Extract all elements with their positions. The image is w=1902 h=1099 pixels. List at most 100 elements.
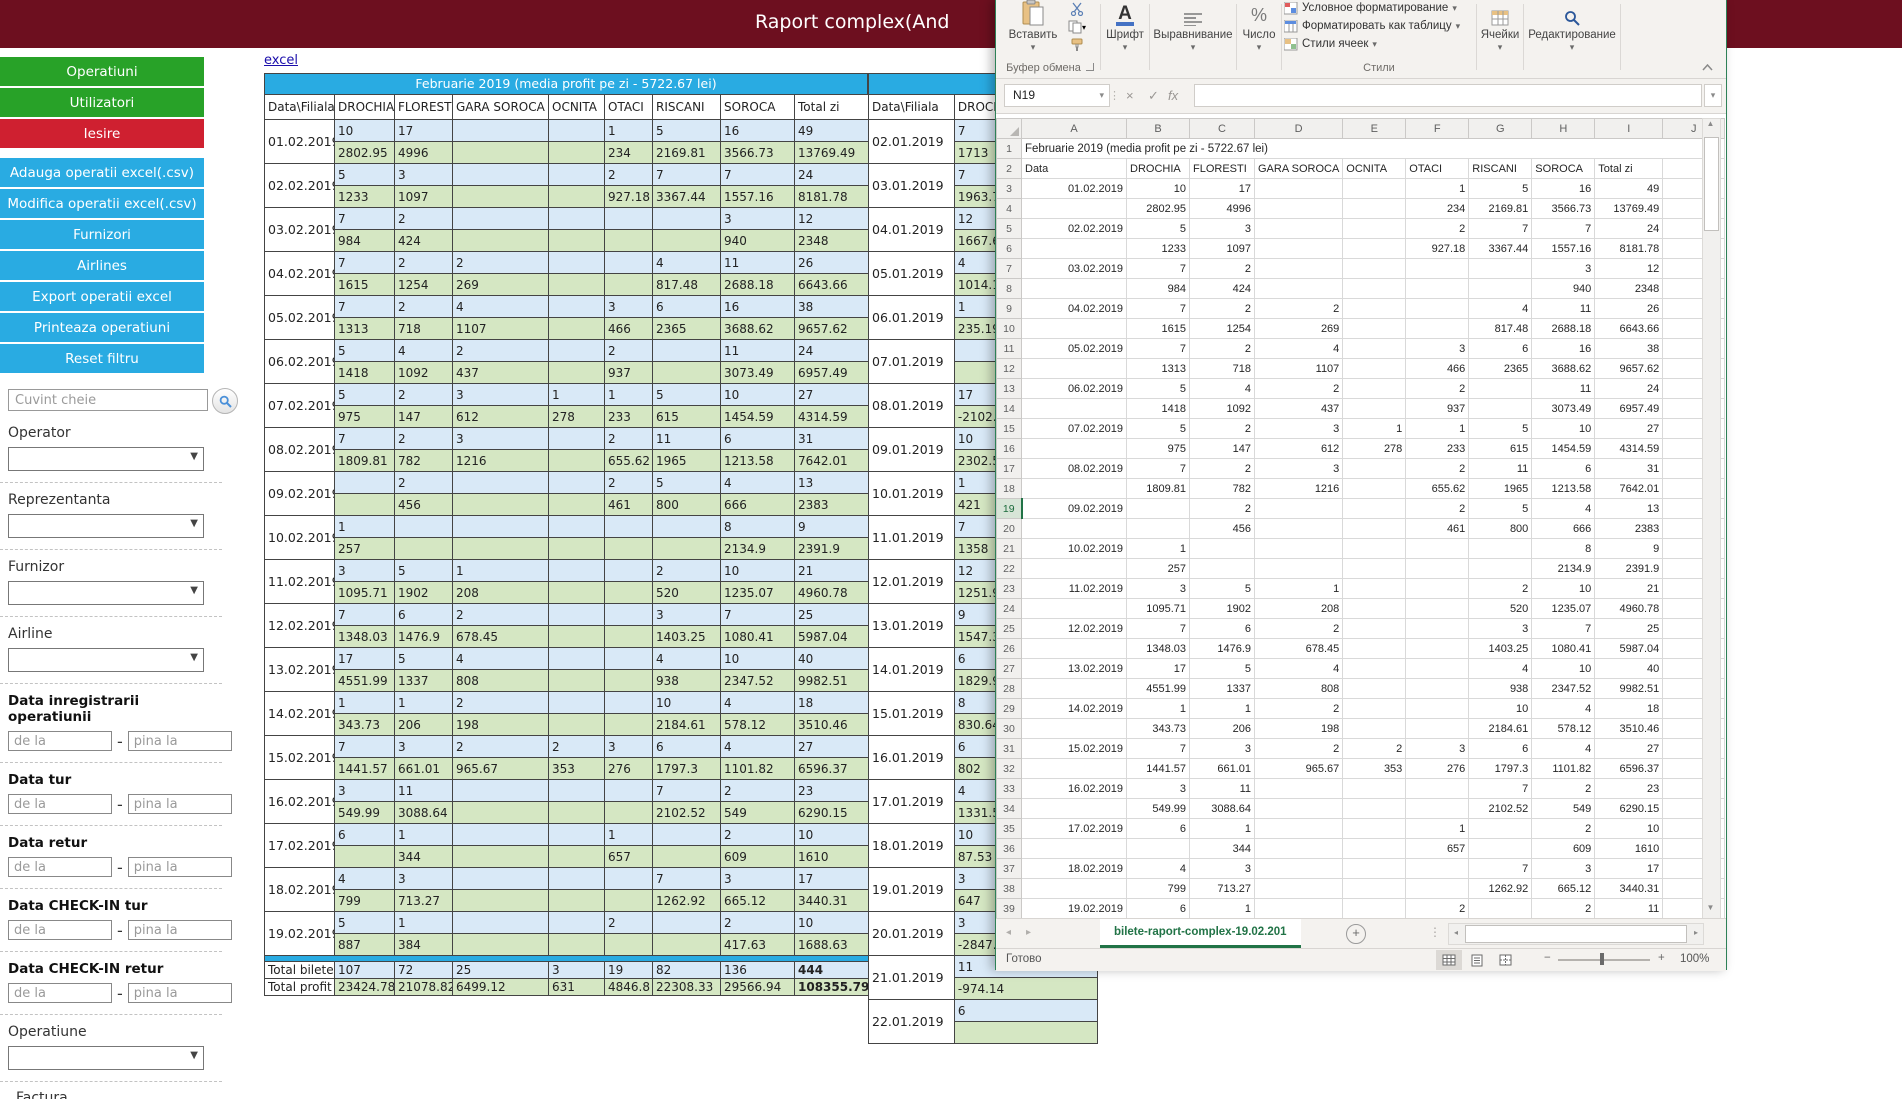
- cell[interactable]: 938: [1469, 679, 1532, 699]
- cell[interactable]: 344: [1190, 839, 1255, 859]
- scroll-down-icon[interactable]: ▼: [1703, 903, 1718, 919]
- header-cell[interactable]: SOROCA: [1532, 159, 1595, 179]
- cell[interactable]: 1: [1343, 419, 1406, 439]
- header-cell[interactable]: Data: [1022, 159, 1127, 179]
- sidebar-item-operatiuni[interactable]: Operatiuni: [0, 57, 204, 86]
- cell[interactable]: 27: [1595, 419, 1663, 439]
- operator-select[interactable]: ▼: [8, 447, 204, 471]
- cell[interactable]: 08.02.2019: [1022, 459, 1127, 479]
- cell[interactable]: 6: [1469, 739, 1532, 759]
- row-header-25[interactable]: 25: [997, 619, 1022, 639]
- cell[interactable]: 206: [1190, 719, 1255, 739]
- row-header-18[interactable]: 18: [997, 479, 1022, 499]
- cell[interactable]: 4314.59: [1595, 439, 1663, 459]
- data-inregistrarii-operatiunii-to-input[interactable]: [128, 731, 232, 751]
- row-header-33[interactable]: 33: [997, 779, 1022, 799]
- cell[interactable]: 7: [1469, 859, 1532, 879]
- cell[interactable]: 9657.62: [1595, 359, 1663, 379]
- sheet-tab[interactable]: bilete-raport-complex-19.02.201: [1100, 919, 1301, 948]
- cell[interactable]: 21: [1595, 579, 1663, 599]
- cell[interactable]: 16: [1532, 179, 1595, 199]
- cell[interactable]: 3367.44: [1469, 239, 1532, 259]
- cell[interactable]: 1080.41: [1532, 639, 1595, 659]
- sidebar-item-export-operatii-excel[interactable]: Export operatii excel: [0, 282, 204, 311]
- conditional-formatting-button[interactable]: Условное форматирование▾: [1284, 0, 1457, 16]
- data-check-in-retur-to-input[interactable]: [128, 983, 232, 1003]
- cell[interactable]: 278: [1343, 439, 1406, 459]
- cell[interactable]: [1406, 299, 1469, 319]
- row-header-32[interactable]: 32: [997, 759, 1022, 779]
- cell[interactable]: [1255, 219, 1343, 239]
- cell[interactable]: [1406, 279, 1469, 299]
- cell[interactable]: 4: [1255, 339, 1343, 359]
- cell[interactable]: 3: [1190, 219, 1255, 239]
- cell[interactable]: 1557.16: [1532, 239, 1595, 259]
- formula-input[interactable]: [1194, 84, 1702, 107]
- cell[interactable]: 1216: [1255, 479, 1343, 499]
- row-header-17[interactable]: 17: [997, 459, 1022, 479]
- row-header-35[interactable]: 35: [997, 819, 1022, 839]
- cell[interactable]: [1255, 899, 1343, 919]
- cell[interactable]: 1441.57: [1127, 759, 1190, 779]
- cell[interactable]: [1022, 479, 1127, 499]
- cell[interactable]: 2: [1190, 259, 1255, 279]
- cell[interactable]: [1022, 519, 1127, 539]
- cell[interactable]: 12.02.2019: [1022, 619, 1127, 639]
- cell[interactable]: 10: [1532, 579, 1595, 599]
- cell[interactable]: 2: [1255, 619, 1343, 639]
- cell[interactable]: [1127, 499, 1190, 519]
- cell[interactable]: [1255, 199, 1343, 219]
- cell[interactable]: 6: [1127, 819, 1190, 839]
- cell[interactable]: 549.99: [1127, 799, 1190, 819]
- cell[interactable]: 17.02.2019: [1022, 819, 1127, 839]
- cell[interactable]: [1255, 819, 1343, 839]
- cell[interactable]: 233: [1406, 439, 1469, 459]
- cell[interactable]: 2347.52: [1532, 679, 1595, 699]
- cell[interactable]: [1255, 539, 1343, 559]
- cell[interactable]: 5: [1127, 219, 1190, 239]
- row-header-26[interactable]: 26: [997, 639, 1022, 659]
- cell[interactable]: [1255, 559, 1343, 579]
- cell[interactable]: 2: [1190, 419, 1255, 439]
- cell[interactable]: 1: [1127, 699, 1190, 719]
- header-cell[interactable]: Total zi: [1595, 159, 1663, 179]
- cell[interactable]: [1343, 519, 1406, 539]
- cell[interactable]: 10: [1469, 699, 1532, 719]
- cell[interactable]: [1343, 179, 1406, 199]
- row-header-8[interactable]: 8: [997, 279, 1022, 299]
- cell[interactable]: [1343, 619, 1406, 639]
- cell[interactable]: [1469, 819, 1532, 839]
- cell[interactable]: [1022, 359, 1127, 379]
- formula-bar-expand-button[interactable]: ▾: [1704, 84, 1722, 107]
- cell[interactable]: [1406, 859, 1469, 879]
- cell[interactable]: 5987.04: [1595, 639, 1663, 659]
- sidebar-item-adauga-operatii-excel-csv[interactable]: Adauga operatii excel(.csv): [0, 158, 204, 187]
- cell[interactable]: 2: [1406, 899, 1469, 919]
- cell[interactable]: [1406, 799, 1469, 819]
- cell[interactable]: 31: [1595, 459, 1663, 479]
- cell[interactable]: 2184.61: [1469, 719, 1532, 739]
- cells-group-button[interactable]: Ячейки ▾: [1478, 0, 1522, 53]
- font-group-button[interactable]: A Шрифт ▾: [1102, 0, 1148, 53]
- cell[interactable]: 2365: [1469, 359, 1532, 379]
- scroll-left-icon[interactable]: ◂: [1449, 924, 1463, 942]
- cell[interactable]: 2: [1406, 379, 1469, 399]
- cell[interactable]: 18: [1595, 699, 1663, 719]
- cell[interactable]: 2: [1343, 739, 1406, 759]
- cell[interactable]: 2134.9: [1532, 559, 1595, 579]
- cell[interactable]: 2383: [1595, 519, 1663, 539]
- cell[interactable]: 269: [1255, 319, 1343, 339]
- search-input[interactable]: [8, 389, 208, 411]
- cell[interactable]: 3: [1190, 739, 1255, 759]
- cell[interactable]: 799: [1127, 879, 1190, 899]
- cell[interactable]: 2391.9: [1595, 559, 1663, 579]
- row-header-3[interactable]: 3: [997, 179, 1022, 199]
- cell[interactable]: 3: [1469, 619, 1532, 639]
- cell[interactable]: [1343, 879, 1406, 899]
- cell[interactable]: 1809.81: [1127, 479, 1190, 499]
- sidebar-item-printeaza-operatiuni[interactable]: Printeaza operatiuni: [0, 313, 204, 342]
- row-header-2[interactable]: 2: [997, 159, 1022, 179]
- cell[interactable]: 3: [1255, 459, 1343, 479]
- header-cell[interactable]: FLORESTI: [1190, 159, 1255, 179]
- cell[interactable]: 10: [1532, 419, 1595, 439]
